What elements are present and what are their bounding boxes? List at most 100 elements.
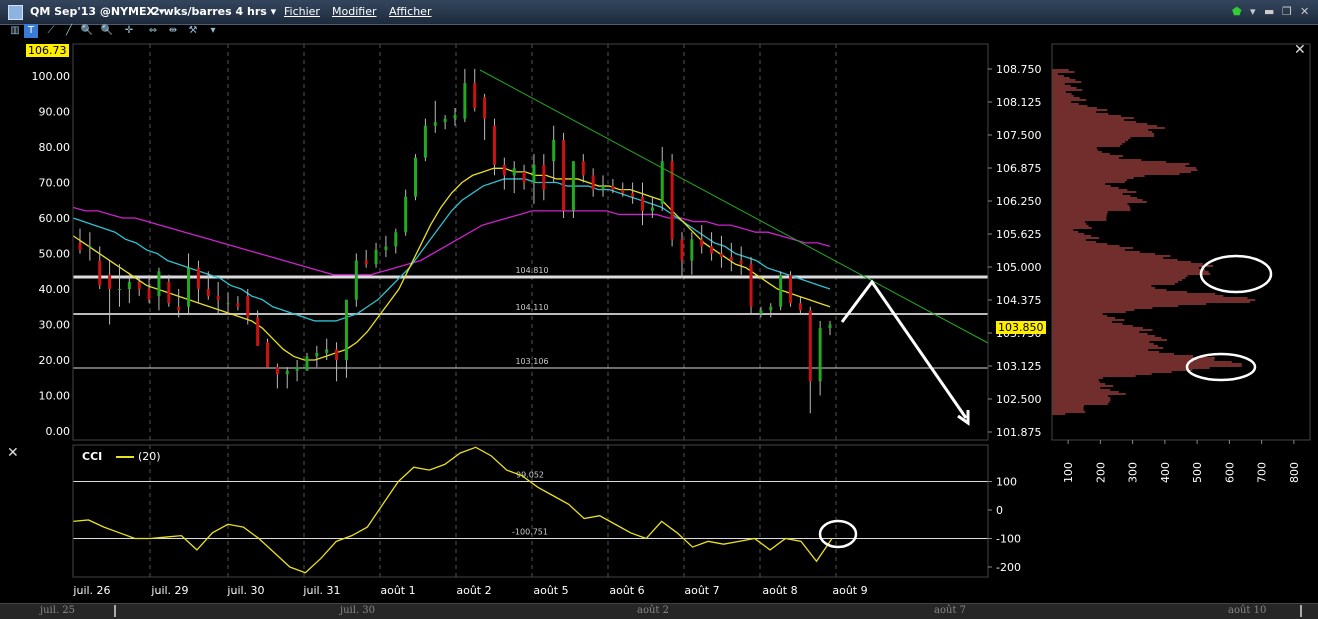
- profile-x-tick-label: 100: [1062, 462, 1075, 483]
- candle-body: [256, 317, 260, 346]
- candle-body: [325, 349, 329, 353]
- y-right-tick-label: 101.875: [996, 426, 1042, 439]
- scrollbar-thumb[interactable]: [1300, 605, 1302, 617]
- candle-body: [739, 260, 743, 265]
- y-right-tick-label: 106.250: [996, 195, 1042, 208]
- candle-body: [285, 370, 289, 375]
- candle-body: [453, 115, 457, 119]
- scrollbar-date-label: août 10: [1228, 605, 1267, 616]
- candle-body: [818, 328, 822, 382]
- candle-body: [236, 303, 240, 307]
- profile-x-tick-label: 400: [1159, 462, 1172, 483]
- left-price-badge: 106.73: [26, 44, 69, 57]
- candle-body: [315, 352, 319, 357]
- x-axis-label: août 8: [762, 584, 797, 597]
- y-left-tick-label: 30.00: [39, 319, 71, 332]
- candle-body: [226, 303, 230, 305]
- candle-body: [275, 367, 279, 375]
- x-axis-label: juil. 29: [150, 584, 188, 597]
- candle-body: [196, 267, 200, 289]
- candle-body: [137, 281, 141, 289]
- annotation-ellipse: [818, 519, 858, 549]
- cci-tick-label: 100: [996, 476, 1017, 489]
- y-left-tick-label: 50.00: [39, 248, 71, 261]
- timeline-scrollbar[interactable]: juil. 25 juil. 30 août 2 août 7 août 10: [0, 603, 1318, 619]
- x-axis-label: juil. 26: [72, 584, 110, 597]
- candle-body: [571, 161, 575, 211]
- candle-body: [621, 189, 625, 194]
- candle-body: [88, 246, 92, 248]
- candle-body: [443, 118, 447, 123]
- y-right-tick-label: 105.000: [996, 261, 1042, 274]
- candle-body: [789, 274, 793, 304]
- candle-body: [305, 356, 309, 371]
- candle-body: [779, 274, 783, 307]
- y-right-tick-label: 102.500: [996, 393, 1042, 406]
- close-profile-icon[interactable]: ✕: [1294, 42, 1306, 58]
- candle-body: [680, 239, 684, 261]
- candle-body: [404, 196, 408, 233]
- x-axis-label: août 7: [684, 584, 719, 597]
- y-right-tick-label: 103.125: [996, 360, 1042, 373]
- candle-body: [473, 83, 477, 108]
- candle-body: [295, 367, 299, 371]
- y-right-tick-label: 105.625: [996, 228, 1042, 241]
- y-left-tick-label: 70.00: [39, 177, 71, 190]
- y-left-tick-label: 20.00: [39, 354, 71, 367]
- candle-body: [532, 164, 536, 183]
- y-left-tick-label: 0.00: [46, 425, 71, 438]
- candle-body: [769, 306, 773, 311]
- y-left-tick-label: 100.00: [32, 70, 71, 83]
- y-left-tick-label: 40.00: [39, 283, 71, 296]
- price-panel-frame: [72, 43, 989, 441]
- y-right-tick-label: 104.375: [996, 294, 1042, 307]
- cci-line: [72, 446, 833, 574]
- candle-body: [246, 296, 250, 318]
- cci-param: (20): [138, 450, 161, 463]
- chart-canvas[interactable]: 104.810104.110103.106 99.052-100.751 100…: [0, 0, 1318, 618]
- candle-body: [631, 193, 635, 197]
- scrollbar-thumb[interactable]: [114, 605, 116, 617]
- candle-body: [78, 242, 82, 250]
- x-axis-label: août 1: [380, 584, 415, 597]
- candle-body: [700, 239, 704, 247]
- candle-body: [177, 306, 181, 311]
- candle-body: [335, 349, 339, 360]
- annotation-arrow: [840, 279, 968, 419]
- candle-body: [354, 260, 358, 300]
- y-left-tick-label: 90.00: [39, 106, 71, 119]
- candle-body: [581, 161, 585, 176]
- candle-body: [384, 246, 388, 250]
- y-left-tick-label: 60.00: [39, 212, 71, 225]
- cci-tick-label: -100: [996, 533, 1021, 546]
- candle-body: [463, 83, 467, 119]
- level-label: 103.106: [515, 357, 548, 366]
- candle-body: [394, 232, 398, 247]
- moving-average-cyan: [72, 178, 831, 322]
- candle-body: [374, 249, 378, 265]
- candle-body: [759, 310, 763, 314]
- level-label: 104.110: [515, 303, 548, 312]
- y-left-tick-label: 80.00: [39, 141, 71, 154]
- cci-tick-label: -200: [996, 561, 1021, 574]
- candle-body: [611, 186, 615, 190]
- candle-body: [108, 274, 112, 289]
- y-right-tick-label: 108.125: [996, 96, 1042, 109]
- y-left-tick-label: 10.00: [39, 390, 71, 403]
- candle-body: [552, 139, 556, 162]
- cci-panel-frame: [72, 444, 989, 578]
- cci-level-label: -100.751: [512, 528, 548, 537]
- candle-body: [512, 168, 516, 176]
- profile-x-tick-label: 600: [1223, 462, 1236, 483]
- cci-line-swatch: [116, 456, 134, 458]
- cci-title: CCI: [82, 450, 103, 463]
- scrollbar-date-label: juil. 30: [340, 605, 376, 616]
- scrollbar-date-label: août 7: [934, 605, 966, 616]
- candle-body: [433, 122, 437, 126]
- close-indicator-icon[interactable]: ✕: [7, 445, 19, 461]
- profile-x-tick-label: 500: [1191, 462, 1204, 483]
- trend-line: [479, 69, 989, 344]
- candle-body: [641, 196, 644, 211]
- candle-body: [147, 289, 151, 300]
- candle-body: [98, 260, 102, 286]
